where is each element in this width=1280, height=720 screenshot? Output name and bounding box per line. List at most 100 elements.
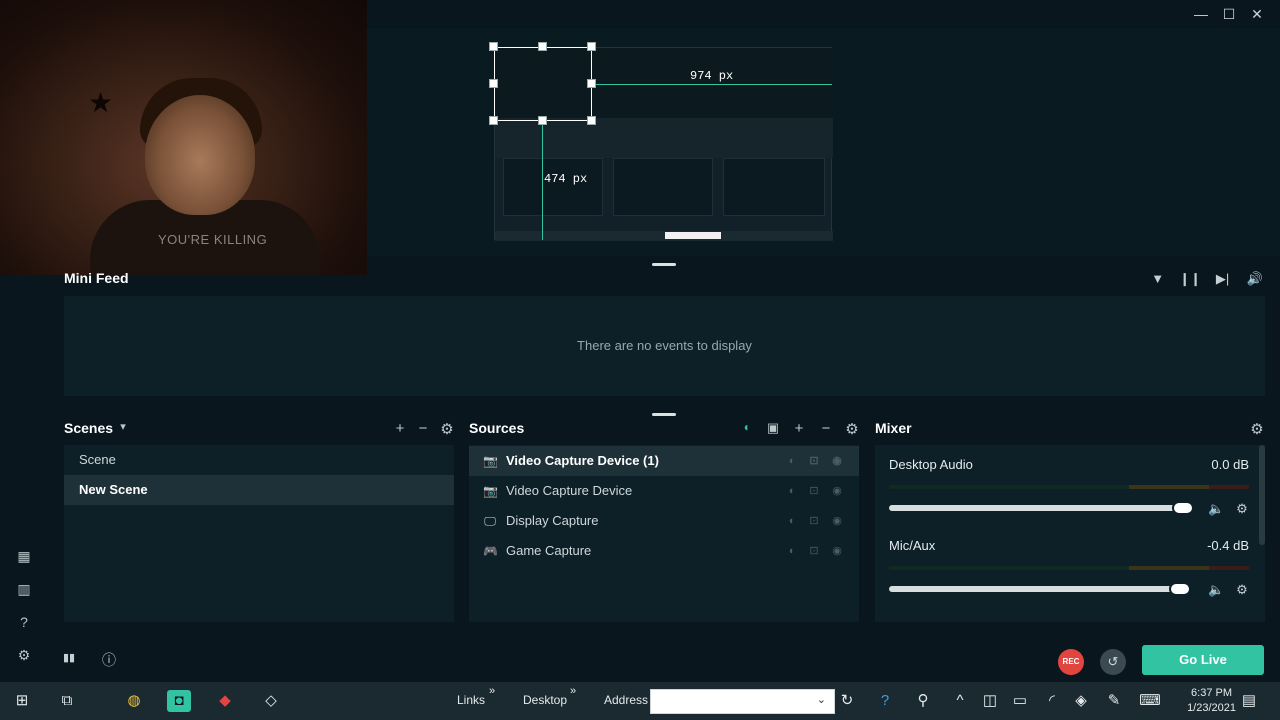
help-icon[interactable]: ? [873,690,897,712]
resize-handle[interactable] [587,42,596,51]
address-dropdown-icon[interactable]: ⌄ [817,693,826,706]
channel-settings-icon[interactable]: ⚙ [1234,582,1250,598]
sources-title: Sources [469,420,525,436]
close-button[interactable]: ✕ [1243,4,1271,24]
add-scene-button[interactable]: + [391,420,409,437]
refresh-icon[interactable]: ↻ [835,690,859,712]
sources-list: 📷 Video Capture Device (1) ◖ ⊡ ◉ 📷 Video… [469,445,859,622]
wifi-icon[interactable]: ◜ [1040,690,1064,712]
selective-recording-icon[interactable]: ◖ [784,536,798,566]
speaker-icon[interactable]: 🔈 [1208,582,1224,598]
show-hidden-icons-icon[interactable]: ^ [948,690,972,712]
preview-mini-sources [613,158,713,216]
mixer-settings-icon[interactable]: ⚙ [1248,420,1266,438]
record-button[interactable]: REC [1058,649,1084,675]
performance-stats-icon[interactable]: ▮▮ [63,651,75,664]
volume-slider-knob[interactable] [1169,582,1191,596]
scene-item-selected[interactable]: New Scene [64,475,454,505]
volume-slider[interactable] [889,586,1189,592]
go-live-button[interactable]: Go Live [1142,645,1264,675]
replay-buffer-button[interactable]: ↺ [1100,649,1126,675]
notifications-icon[interactable]: ▤ [1237,690,1261,712]
lock-icon[interactable]: ⊡ [807,476,821,506]
mixer-title: Mixer [875,420,912,436]
camera-icon: 📷 [483,484,498,498]
guide-horizontal [592,84,832,85]
preview-resize-bar[interactable] [652,263,676,266]
camera-tray-icon[interactable]: ◫ [978,690,1002,712]
speaker-icon[interactable]: 🔈 [1208,501,1224,517]
scenes-dropdown-icon[interactable]: ▾ [114,420,132,433]
dropbox-icon[interactable]: ◈ [1069,690,1093,712]
resize-handle[interactable] [587,116,596,125]
roblox-studio-icon[interactable]: ◇ [259,690,283,712]
visibility-icon[interactable]: ◉ [830,446,844,476]
scenes-title: Scenes [64,420,114,436]
audio-meter [889,485,1249,489]
desktop-chevron-icon[interactable]: » [570,685,576,697]
remove-scene-button[interactable]: − [414,420,432,437]
streamlabs-icon[interactable]: ◘ [167,690,191,712]
scene-item[interactable]: Scene [64,445,454,475]
visibility-icon[interactable]: ◉ [830,476,844,506]
remove-source-button[interactable]: − [817,420,835,437]
channel-settings-icon[interactable]: ⚙ [1234,501,1250,517]
selective-recording-icon[interactable]: ◖ [784,506,798,536]
pause-icon[interactable]: ❙❙ [1179,271,1201,287]
monitor-icon: 🖵 [484,514,496,528]
columns-icon[interactable]: ▥ [14,579,34,599]
scene-settings-icon[interactable]: ⚙ [438,420,456,438]
desktop-toolbar-label[interactable]: Desktop [523,693,567,707]
resize-handle[interactable] [587,79,596,88]
maximize-button[interactable]: ☐ [1215,4,1243,24]
task-view-icon[interactable]: ⧉ [55,690,79,712]
roblox-icon[interactable]: ◆ [213,690,237,712]
help-icon[interactable]: ? [14,612,34,632]
lock-icon[interactable]: ⊡ [807,446,821,476]
address-input[interactable]: ⌄ [650,689,835,714]
mixer-scrollbar[interactable] [1259,445,1265,545]
add-source-button[interactable]: + [790,420,808,437]
resize-handle[interactable] [538,42,547,51]
info-icon[interactable]: ⓘ [102,650,116,670]
minimize-button[interactable]: — [1187,4,1215,24]
links-chevron-icon[interactable]: » [489,685,495,697]
windows-taskbar: ⊞ ⧉ ◍ ◘ ◆ ◇ Links » Desktop » Address ? … [0,682,1280,720]
lock-icon[interactable]: ⊡ [807,506,821,536]
source-item[interactable]: 🎮 Game Capture ◖ ⊡ ◉ [469,536,859,566]
pen-icon[interactable]: ✎ [1102,690,1126,712]
source-item[interactable]: 🖵 Display Capture ◖ ⊡ ◉ [469,506,859,536]
preview-taskbar [495,231,833,241]
selective-recording-icon[interactable]: ◖ [784,446,798,476]
system-clock[interactable]: 6:37 PM 1/23/2021 [1187,686,1236,716]
lock-icon[interactable]: ⊡ [807,536,821,566]
source-settings-icon[interactable]: ⚙ [843,420,861,438]
battery-icon[interactable]: ▭ [1008,690,1032,712]
links-toolbar-label[interactable]: Links [457,693,485,707]
chrome-icon[interactable]: ◍ [122,690,146,712]
resize-handle[interactable] [538,116,547,125]
skip-icon[interactable]: ▶| [1212,271,1234,287]
selection-box[interactable] [494,47,592,121]
settings-icon[interactable]: ⚙ [14,645,34,665]
people-icon[interactable]: ⚲ [911,690,935,712]
add-folder-icon[interactable]: ▣ [764,420,782,436]
selective-recording-icon[interactable]: ◖ [737,420,755,434]
volume-icon[interactable]: 🔊 [1244,271,1266,287]
resize-handle[interactable] [489,42,498,51]
selective-recording-icon[interactable]: ◖ [784,476,798,506]
panels-resize-bar[interactable] [652,413,676,416]
visibility-icon[interactable]: ◉ [830,536,844,566]
source-item-selected[interactable]: 📷 Video Capture Device (1) ◖ ⊡ ◉ [469,446,859,476]
volume-slider[interactable] [889,505,1189,511]
volume-slider-knob[interactable] [1172,501,1194,515]
resize-handle[interactable] [489,79,498,88]
source-item[interactable]: 📷 Video Capture Device ◖ ⊡ ◉ [469,476,859,506]
keyboard-icon[interactable]: ⌨ [1138,690,1162,712]
resize-handle[interactable] [489,116,498,125]
address-toolbar-label: Address [604,693,649,707]
visibility-icon[interactable]: ◉ [830,506,844,536]
filter-icon[interactable]: ▼ [1147,271,1169,286]
windows-start-icon[interactable]: ⊞ [10,690,34,712]
grid-icon[interactable]: ▦ [14,546,34,566]
